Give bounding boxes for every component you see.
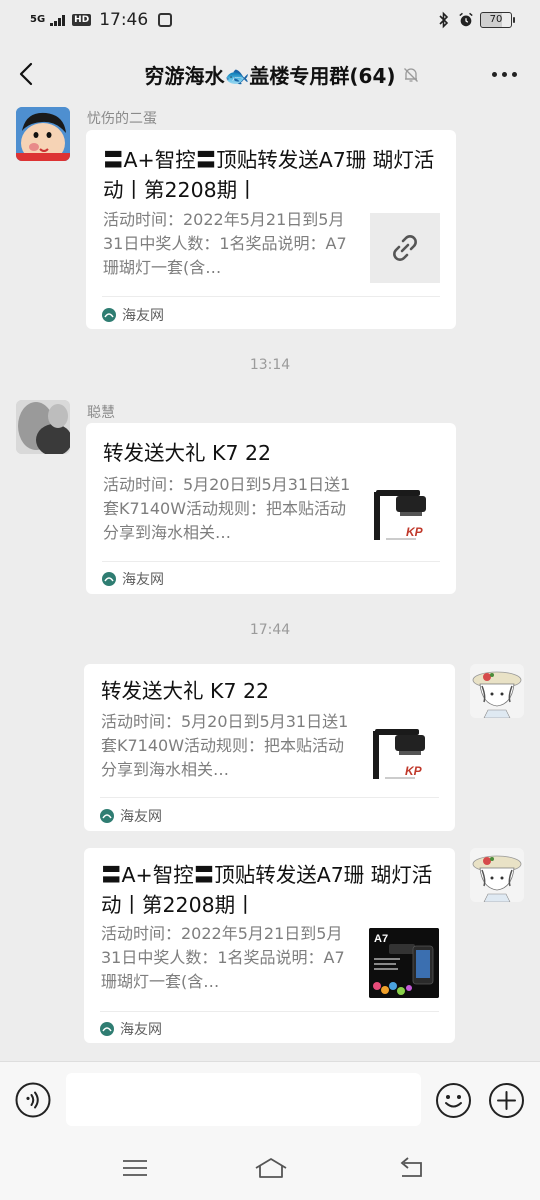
card-divider — [100, 1011, 439, 1012]
app-notification-icon — [158, 13, 173, 27]
lamp-product-image: KP — [369, 719, 439, 789]
source-name: 海友网 — [120, 1022, 162, 1038]
chat-title[interactable]: 穷游海水🐟盖楼专用群(64) — [0, 60, 540, 89]
svg-text:KP: KP — [406, 525, 424, 539]
link-card[interactable]: 〓A+智控〓顶贴转发送A7珊 瑚灯活动丨第2208期丨 活动时间：2022年5月… — [84, 848, 455, 1043]
status-bar: 5G HD 17:46 70 — [0, 0, 540, 42]
link-thumbnail — [370, 213, 440, 283]
sender-name: 忧伤的二蛋 — [87, 111, 157, 127]
more-icon[interactable] — [488, 64, 520, 84]
card-description: 活动时间：2022年5月21日到5月31日中奖人数：1名奖品说明：A7珊瑚灯一套… — [101, 924, 345, 991]
card-divider — [102, 561, 440, 562]
battery-icon: 70 — [480, 12, 515, 28]
back-icon[interactable] — [396, 1155, 426, 1181]
system-navigation-bar — [0, 1139, 540, 1200]
svg-text:KP: KP — [405, 764, 423, 778]
hd-badge: HD — [72, 14, 92, 26]
haiyou-logo-icon — [102, 308, 116, 322]
avatar-self[interactable] — [470, 848, 524, 902]
card-divider — [102, 296, 440, 297]
card-source: 海友网 — [100, 1019, 162, 1039]
a7-product-image: A7 — [369, 928, 439, 998]
card-source: 海友网 — [102, 569, 164, 589]
avatar-self[interactable] — [470, 664, 524, 718]
timestamp: 13:14 — [249, 357, 291, 373]
haiyou-logo-icon — [100, 809, 114, 823]
source-name: 海友网 — [120, 809, 162, 825]
card-source: 海友网 — [100, 806, 162, 826]
signal-icon — [50, 14, 66, 26]
input-bar — [0, 1061, 540, 1139]
source-name: 海友网 — [122, 572, 164, 588]
lamp-product-image: KP — [370, 480, 440, 550]
plus-icon[interactable] — [488, 1082, 525, 1119]
sender-name: 聪慧 — [87, 405, 115, 421]
menu-icon[interactable] — [120, 1155, 150, 1181]
source-name: 海友网 — [122, 308, 164, 324]
chat-header: 穷游海水🐟盖楼专用群(64) — [0, 42, 540, 106]
bluetooth-icon — [439, 11, 449, 29]
card-title: 〓A+智控〓顶贴转发送A7珊 瑚灯活动丨第2208期丨 — [101, 863, 433, 917]
card-description: 活动时间：5月20日到5月31日送1套K7140W活动规则：把本贴活动分享到海水… — [101, 712, 349, 779]
alarm-icon — [459, 12, 473, 27]
card-title: 〓A+智控〓顶贴转发送A7珊 瑚灯活动丨第2208期丨 — [103, 148, 435, 202]
haiyou-logo-icon — [100, 1022, 114, 1036]
mute-bell-icon — [404, 68, 418, 82]
link-card[interactable]: 转发送大礼 K7 22 活动时间：5月20日到5月31日送1套K7140W活动规… — [84, 664, 455, 831]
link-card[interactable]: 〓A+智控〓顶贴转发送A7珊 瑚灯活动丨第2208期丨 活动时间：2022年5月… — [86, 130, 456, 329]
link-card[interactable]: 转发送大礼 K7 22 活动时间：5月20日到5月31日送1套K7140W活动规… — [86, 423, 456, 594]
timestamp: 17:44 — [249, 622, 291, 638]
card-title: 转发送大礼 K7 22 — [101, 679, 270, 703]
home-icon[interactable] — [253, 1155, 289, 1181]
haiyou-logo-icon — [102, 572, 116, 586]
network-type: 5G — [30, 14, 46, 25]
avatar-crayon-shin[interactable] — [16, 107, 70, 161]
emoji-icon[interactable] — [435, 1082, 472, 1119]
card-source: 海友网 — [102, 305, 164, 325]
voice-icon[interactable] — [15, 1082, 51, 1118]
clock: 17:46 — [99, 10, 149, 30]
card-description: 活动时间：2022年5月21日到5月31日中奖人数：1名奖品说明：A7珊瑚灯一套… — [103, 210, 347, 277]
svg-text:A7: A7 — [374, 933, 388, 945]
card-title: 转发送大礼 K7 22 — [103, 441, 272, 465]
link-icon — [393, 235, 417, 261]
card-divider — [100, 797, 439, 798]
card-description: 活动时间：5月20日到5月31日送1套K7140W活动规则：把本贴活动分享到海水… — [103, 475, 351, 542]
avatar-huicong[interactable] — [16, 400, 70, 454]
message-input[interactable] — [66, 1073, 421, 1126]
